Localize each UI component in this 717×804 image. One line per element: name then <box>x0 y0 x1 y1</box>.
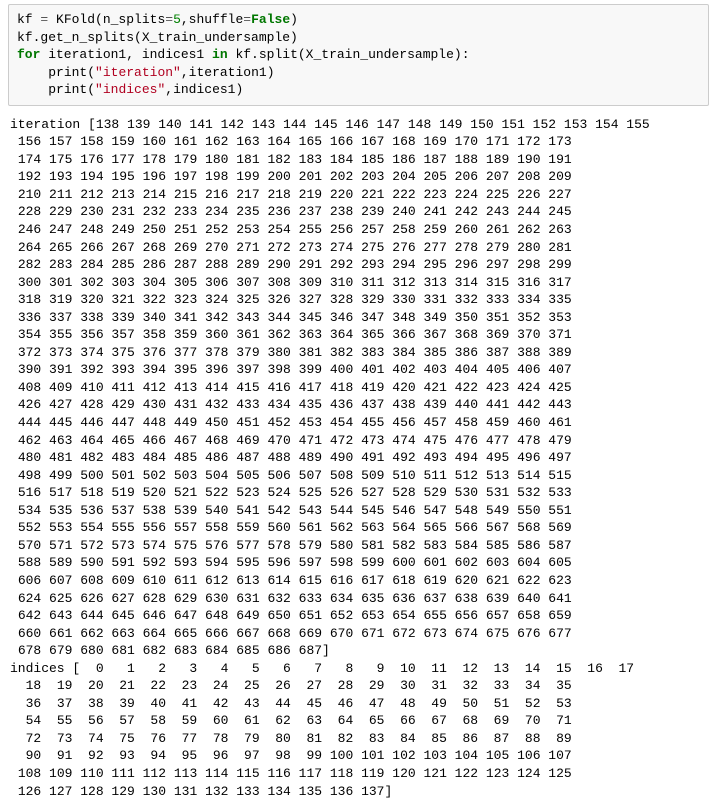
code-text: ,shuffle <box>181 12 243 27</box>
code-func: print <box>48 65 87 80</box>
code-text: ,indices1) <box>165 82 243 97</box>
code-text: ( <box>87 65 95 80</box>
output-iteration: iteration [138 139 140 141 142 143 144 1… <box>10 117 650 658</box>
code-func: print <box>48 82 87 97</box>
code-text: kf.get_n_splits(X_train_undersample) <box>17 30 298 45</box>
code-text: ( <box>87 82 95 97</box>
code-text: ) <box>290 12 298 27</box>
code-op: = <box>243 12 251 27</box>
code-op: = <box>165 12 173 27</box>
code-text: KFold <box>56 12 95 27</box>
code-indent <box>17 65 48 80</box>
code-indent <box>17 82 48 97</box>
code-op: = <box>40 12 56 27</box>
code-text: (n_splits <box>95 12 165 27</box>
code-text: iteration1, indices1 <box>40 47 212 62</box>
code-keyword: in <box>212 47 228 62</box>
code-keyword: for <box>17 47 40 62</box>
code-number: 5 <box>173 12 181 27</box>
notebook-container: kf = KFold(n_splits=5,shuffle=False) kf.… <box>0 0 717 804</box>
output-indices: indices [ 0 1 2 3 4 5 6 7 8 9 10 11 12 1… <box>10 661 634 799</box>
code-string: "indices" <box>95 82 165 97</box>
code-cell[interactable]: kf = KFold(n_splits=5,shuffle=False) kf.… <box>8 4 709 106</box>
output-cell: iteration [138 139 140 141 142 143 144 1… <box>8 116 709 800</box>
code-text: kf.split(X_train_undersample): <box>228 47 470 62</box>
code-keyword: False <box>251 12 290 27</box>
code-string: "iteration" <box>95 65 181 80</box>
code-text: kf <box>17 12 40 27</box>
code-text: ,iteration1) <box>181 65 275 80</box>
